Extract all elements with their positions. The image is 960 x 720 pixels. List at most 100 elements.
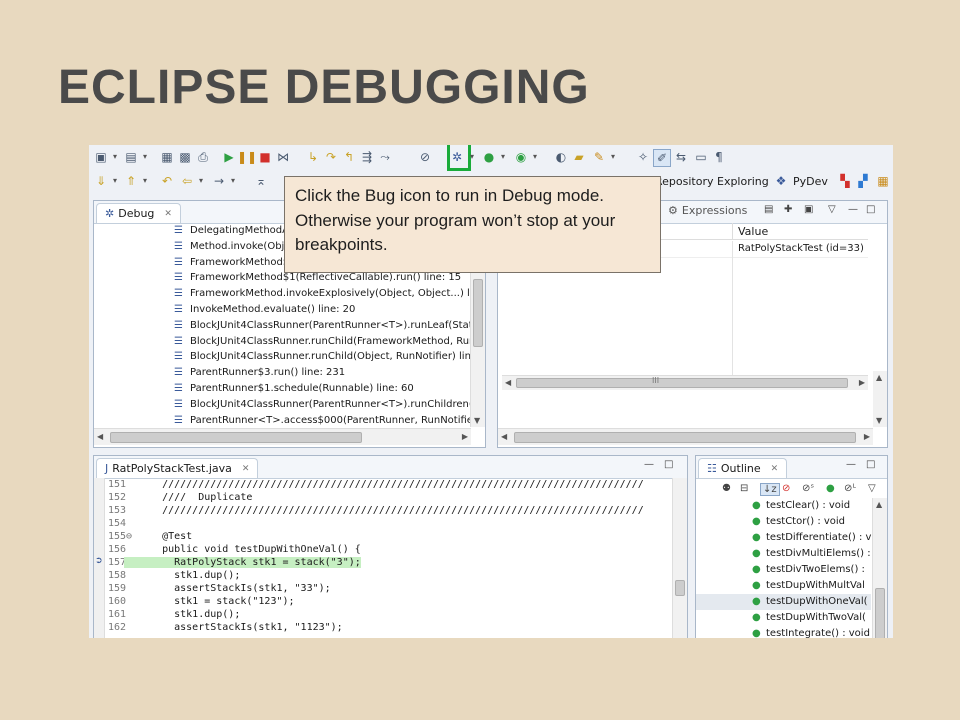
highlight-icon[interactable]: ✐ <box>653 149 671 167</box>
close-icon[interactable]: ✕ <box>771 464 779 474</box>
resume-icon[interactable]: ▶ <box>221 149 237 165</box>
tab-debug[interactable]: ✲ Debug ✕ <box>96 203 181 223</box>
scroll-up-icon[interactable]: ▲ <box>876 500 882 509</box>
minimize-icon[interactable]: — <box>848 204 858 215</box>
prev-annotation-icon[interactable]: ⇑ <box>123 173 139 189</box>
perspective-extra-icon[interactable]: ▦ <box>875 173 891 189</box>
outline-item[interactable]: ● testCtor() : void <box>696 514 871 530</box>
scroll-left-icon[interactable]: ◀ <box>97 432 103 441</box>
perspective-extra-icon[interactable]: ▞ <box>855 173 871 189</box>
next-annotation-icon[interactable]: ⇓ <box>93 173 109 189</box>
scroll-right-icon[interactable]: ▶ <box>462 432 468 441</box>
dropdown-arrow-icon[interactable]: ▾ <box>141 149 149 165</box>
disconnect-icon[interactable]: ⋈ <box>275 149 291 165</box>
focus-icon[interactable]: ⚉ <box>722 483 731 494</box>
new-icon[interactable]: ▣ <box>93 149 109 165</box>
back-icon[interactable]: ⇦ <box>179 173 195 189</box>
dropdown-arrow-icon[interactable]: ▾ <box>468 149 476 165</box>
save-all-icon[interactable]: ▩ <box>177 149 193 165</box>
print-icon[interactable]: ⎙ <box>195 149 211 165</box>
debug-horizontal-scrollbar[interactable]: ◀ ▶ <box>94 428 471 445</box>
tab-outline[interactable]: ☷ Outline ✕ <box>698 458 788 478</box>
variables-vscroll[interactable]: ▲ ▼ <box>873 371 887 427</box>
collapse-all-icon[interactable]: ✚ <box>784 204 792 215</box>
stack-frame[interactable]: ☰ BlockJUnit4ClassRunner.runChild(Framewo… <box>94 334 471 350</box>
scroll-thumb[interactable] <box>110 432 362 443</box>
column-value-header[interactable]: Value <box>738 225 768 238</box>
dropdown-arrow-icon[interactable]: ▾ <box>197 173 205 189</box>
new-wizard-icon[interactable]: ▤ <box>123 149 139 165</box>
scroll-left-icon[interactable]: ◀ <box>505 378 511 387</box>
run-icon[interactable]: ● <box>481 149 497 165</box>
stack-frame[interactable]: ☰ BlockJUnit4ClassRunner(ParentRunner<T>)… <box>94 318 471 334</box>
show-whitespace-icon[interactable]: ⇆ <box>673 149 689 165</box>
tab-editor-file[interactable]: J RatPolyStackTest.java ✕ <box>96 458 259 478</box>
scroll-thumb[interactable] <box>675 580 685 596</box>
perspective-extra-icon[interactable]: ▚ <box>837 173 853 189</box>
scroll-up-icon[interactable]: ▲ <box>876 373 882 382</box>
maximize-icon[interactable]: □ <box>664 459 673 470</box>
view-menu-icon[interactable]: ▽ <box>868 483 876 494</box>
dropdown-arrow-icon[interactable]: ▾ <box>499 149 507 165</box>
minimize-icon[interactable]: — <box>846 459 856 470</box>
scroll-thumb[interactable] <box>875 588 885 638</box>
dropdown-arrow-icon[interactable]: ▾ <box>229 173 237 189</box>
scroll-down-icon[interactable]: ▼ <box>876 416 882 425</box>
toggle-mark-icon[interactable]: ✧ <box>635 149 651 165</box>
minimize-icon[interactable]: — <box>644 459 654 470</box>
stack-frame[interactable]: ☰ InvokeMethod.evaluate() line: 20 <box>94 302 471 318</box>
pydev-icon[interactable]: ❖ <box>773 173 789 189</box>
dropdown-arrow-icon[interactable]: ▾ <box>141 173 149 189</box>
pin-editor-icon[interactable]: ⌅ <box>253 173 269 189</box>
scroll-left-icon[interactable]: ◀ <box>501 432 507 441</box>
hide-static-icon[interactable]: ⊘ˢ <box>802 483 814 494</box>
hide-non-public-icon[interactable]: ● <box>826 483 835 494</box>
close-icon[interactable]: ✕ <box>164 209 172 219</box>
drop-to-frame-icon[interactable]: ⇶ <box>359 149 375 165</box>
dropdown-arrow-icon[interactable]: ▾ <box>609 149 617 165</box>
step-into-icon[interactable]: ↳ <box>305 149 321 165</box>
step-over-icon[interactable]: ↷ <box>323 149 339 165</box>
layout-icon[interactable]: ▣ <box>804 204 813 215</box>
outline-item-selected[interactable]: ● testDupWithOneVal( <box>696 594 871 610</box>
stack-frame[interactable]: ☰ BlockJUnit4ClassRunner(ParentRunner<T>)… <box>94 397 471 413</box>
external-tools-icon[interactable]: ◉ <box>513 149 529 165</box>
perspective-repository-exploring[interactable]: Repository Exploring <box>655 173 769 189</box>
variables-top-hscroll[interactable]: ◀ III ▶ <box>502 375 868 390</box>
open-folder-icon[interactable]: ▰ <box>571 149 587 165</box>
code-area[interactable]: 151 ////////////////////////////////////… <box>94 478 671 638</box>
collapse-all-icon[interactable]: ⊟ <box>740 483 748 494</box>
show-type-names-icon[interactable]: ▤ <box>764 204 773 215</box>
open-type-icon[interactable]: ◐ <box>553 149 569 165</box>
suspend-icon[interactable]: ❚❚ <box>237 149 257 165</box>
editor-vertical-scrollbar[interactable] <box>672 478 687 638</box>
hide-local-types-icon[interactable]: ⊘ᴸ <box>844 483 856 494</box>
scroll-thumb[interactable] <box>514 432 856 443</box>
tab-expressions[interactable]: ⚙ Expressions <box>668 204 747 217</box>
stack-frame[interactable]: ☰ FrameworkMethod.invokeExplosively(Objec… <box>94 286 471 302</box>
search-icon[interactable]: ✎ <box>591 149 607 165</box>
scroll-right-icon[interactable]: ▶ <box>859 378 865 387</box>
outline-item[interactable]: ● testClear() : void <box>696 498 871 514</box>
maximize-icon[interactable]: □ <box>866 459 875 470</box>
outline-item[interactable]: ● testDupWithMultVal <box>696 578 871 594</box>
sort-icon[interactable]: ↓z <box>760 483 780 496</box>
stack-frame[interactable]: ☰ ParentRunner$3.run() line: 231 <box>94 365 471 381</box>
terminate-icon[interactable]: ■ <box>257 149 273 165</box>
save-icon[interactable]: ▦ <box>159 149 175 165</box>
scroll-down-icon[interactable]: ▼ <box>474 416 480 425</box>
show-block-icon[interactable]: ▭ <box>693 149 709 165</box>
outline-item[interactable]: ● testDivMultiElems() : <box>696 546 871 562</box>
scroll-thumb[interactable] <box>473 279 483 347</box>
outline-item[interactable]: ● testDupWithTwoVal( <box>696 610 871 626</box>
outline-item[interactable]: ● testDivTwoElems() : <box>696 562 871 578</box>
view-menu-icon[interactable]: ▽ <box>828 204 836 215</box>
skip-breakpoints-icon[interactable]: ⊘ <box>417 149 433 165</box>
dropdown-arrow-icon[interactable]: ▾ <box>111 149 119 165</box>
scroll-thumb[interactable] <box>516 378 848 388</box>
outline-item[interactable]: ● testIntegrate() : void <box>696 626 871 638</box>
dropdown-arrow-icon[interactable]: ▾ <box>531 149 539 165</box>
paragraph-icon[interactable]: ¶ <box>711 149 727 165</box>
perspective-pydev[interactable]: PyDev <box>793 173 828 189</box>
forward-icon[interactable]: → <box>211 173 227 189</box>
